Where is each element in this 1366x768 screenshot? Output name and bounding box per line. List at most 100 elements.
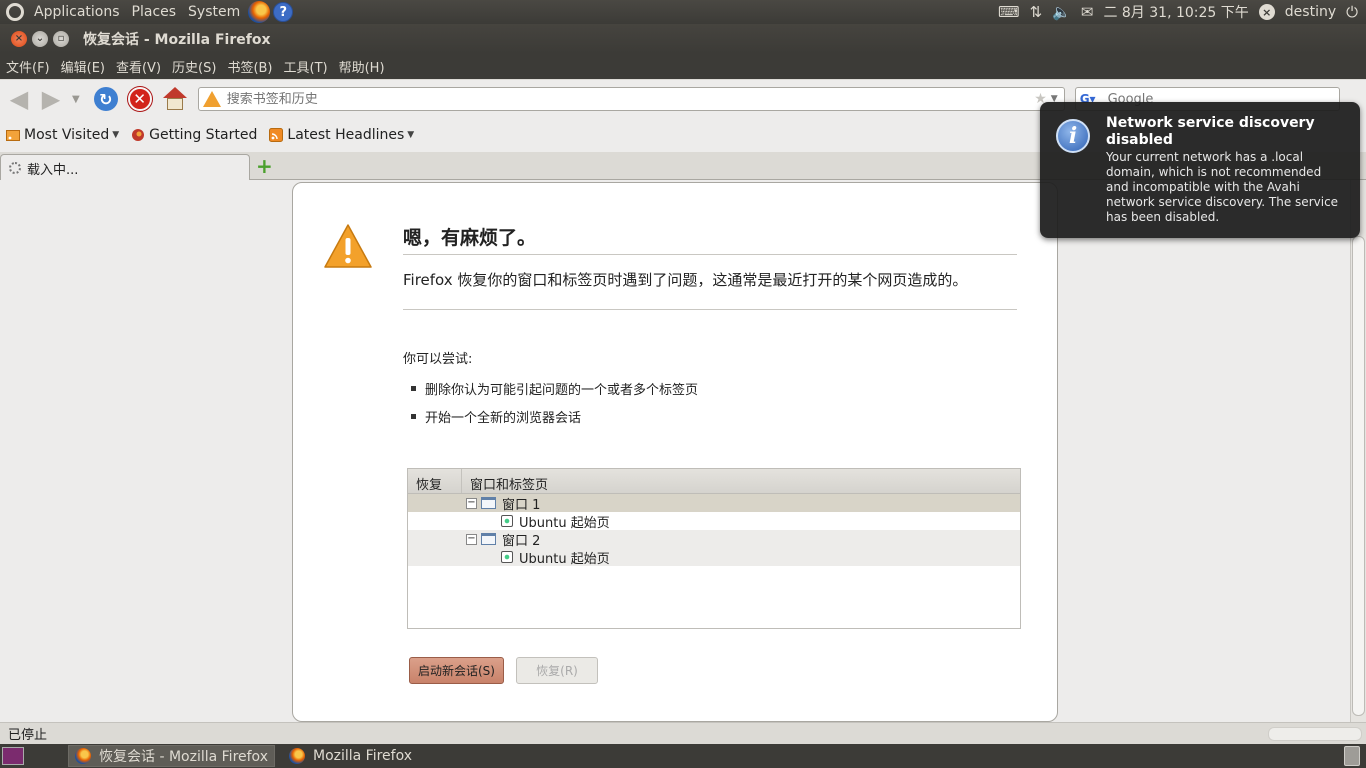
menu-applications[interactable]: Applications (28, 4, 126, 20)
volume-icon[interactable]: 🔈 (1052, 3, 1071, 21)
minimize-window-button[interactable]: ⌄ (32, 30, 48, 47)
chevron-down-icon: ▼ (407, 130, 415, 140)
power-icon[interactable]: ⏻ (1346, 3, 1358, 21)
content-area: 嗯，有麻烦了。 Firefox 恢复你的窗口和标签页时遇到了问题，这通常是最近打… (0, 180, 1350, 722)
notification-title: Network service discovery disabled (1106, 115, 1315, 148)
close-window-button[interactable]: × (11, 30, 27, 47)
firefox-bookmark-icon (132, 129, 145, 141)
session-restore-page: 嗯，有麻烦了。 Firefox 恢复你的窗口和标签页时遇到了问题，这通常是最近打… (292, 182, 1058, 722)
info-icon: i (1056, 119, 1090, 153)
firefox-icon (75, 748, 91, 764)
firefox-icon (288, 748, 305, 764)
collapse-toggle[interactable]: − (466, 497, 477, 509)
suggestion-list: 删除你认为可能引起问题的一个或者多个标签页 开始一个全新的浏览器会话 (411, 379, 698, 435)
back-icon[interactable]: ◀ (6, 86, 32, 112)
rss-folder-icon (6, 130, 20, 141)
bookmark-label: Latest Headlines (287, 127, 405, 143)
tab-loading[interactable]: 载入中... (0, 154, 250, 181)
menu-file[interactable]: 文件(F) (0, 57, 55, 76)
bookmark-label: Most Visited (24, 127, 110, 143)
tree-header: 恢复 窗口和标签页 (408, 469, 1020, 494)
task-label: Mozilla Firefox (312, 748, 413, 764)
window-title: 恢复会话 - Mozilla Firefox (83, 31, 271, 48)
bookmark-getting-started[interactable]: Getting Started (131, 127, 257, 143)
menubar: 文件(F) 编辑(E) 查看(V) 历史(S) 书签(B) 工具(T) 帮助(H… (0, 53, 1366, 79)
task-label: 恢复会话 - Mozilla Firefox (99, 749, 268, 765)
notification-bubble: i Network service discovery disabled You… (1040, 102, 1360, 238)
menu-tools[interactable]: 工具(T) (278, 57, 333, 76)
maximize-window-button[interactable]: ▫ (53, 30, 69, 47)
restore-tree[interactable]: 恢复 窗口和标签页 − 窗口 1 Ubuntu 起始页 − 窗口 2 Ubunt… (407, 468, 1021, 629)
stop-icon[interactable]: ✕ (127, 87, 152, 111)
column-header-restore[interactable]: 恢复 (408, 469, 462, 493)
chevron-down-icon: ▼ (112, 130, 120, 140)
status-text: 已停止 (8, 728, 48, 743)
forward-icon[interactable]: ▶ (38, 86, 64, 112)
user-status-icon[interactable]: × (1258, 4, 1275, 20)
table-row[interactable]: − 窗口 1 (408, 494, 1020, 513)
new-session-button[interactable]: 启动新会话(S) (409, 657, 504, 684)
system-tray: ⌨ ⇅ 🔈 ✉ 二 8月 31, 10:25 下午 × destiny ⏻ (998, 0, 1366, 24)
page-title: 嗯，有麻烦了。 (403, 223, 1017, 255)
row-label: 窗口 2 (502, 533, 541, 549)
menu-history[interactable]: 历史(S) (166, 57, 221, 76)
bookmark-label: Getting Started (149, 127, 258, 143)
table-row[interactable]: Ubuntu 起始页 (408, 512, 1020, 531)
bookmark-latest-headlines[interactable]: Latest Headlines ▼ (269, 127, 414, 143)
bookmark-most-visited[interactable]: Most Visited ▼ (6, 127, 119, 143)
window-titlebar[interactable]: × ⌄ ▫ 恢复会话 - Mozilla Firefox (0, 24, 1366, 53)
notification-body: Your current network has a .local domain… (1106, 150, 1339, 224)
row-label: 窗口 1 (502, 497, 541, 513)
menu-places[interactable]: Places (126, 4, 183, 20)
user-name[interactable]: destiny (1285, 4, 1336, 20)
list-item: 删除你认为可能引起问题的一个或者多个标签页 (411, 379, 698, 398)
row-label: Ubuntu 起始页 (519, 515, 610, 531)
list-item: 开始一个全新的浏览器会话 (411, 407, 698, 426)
clock[interactable]: 二 8月 31, 10:25 下午 (1103, 2, 1248, 22)
top-panel: Applications Places System ? ⌨ ⇅ 🔈 ✉ 二 8… (0, 0, 1366, 24)
mail-icon[interactable]: ✉ (1081, 3, 1094, 21)
network-icon[interactable]: ⇅ (1030, 3, 1043, 21)
scrollbar-thumb[interactable] (1352, 236, 1365, 716)
page-icon (501, 515, 513, 527)
resize-grip[interactable] (1268, 727, 1362, 741)
suggestion-text: 开始一个全新的浏览器会话 (425, 411, 582, 426)
firefox-launcher-icon[interactable] (248, 1, 271, 23)
help-launcher-icon[interactable]: ? (273, 2, 294, 22)
tab-label: 载入中... (27, 162, 79, 178)
restore-button[interactable]: 恢复(R) (516, 657, 598, 684)
show-desktop-button[interactable] (2, 747, 24, 765)
page-icon (501, 551, 513, 563)
warning-icon (324, 224, 372, 268)
collapse-toggle[interactable]: − (466, 533, 477, 545)
reload-icon[interactable]: ↻ (93, 87, 118, 111)
new-tab-icon[interactable]: + (256, 156, 273, 176)
menu-edit[interactable]: 编辑(E) (55, 57, 110, 76)
row-label: Ubuntu 起始页 (519, 551, 610, 567)
loading-spinner-icon (9, 162, 21, 174)
menu-bookmarks[interactable]: 书签(B) (221, 57, 277, 76)
keyboard-icon[interactable]: ⌨ (998, 3, 1020, 21)
trash-icon[interactable] (1344, 746, 1360, 766)
vertical-scrollbar[interactable] (1350, 180, 1366, 722)
rss-icon (269, 128, 284, 142)
table-row[interactable]: − 窗口 2 (408, 530, 1020, 549)
window-icon (481, 533, 496, 545)
menu-system[interactable]: System (182, 4, 246, 20)
menu-help[interactable]: 帮助(H) (333, 57, 390, 76)
menu-view[interactable]: 查看(V) (110, 57, 166, 76)
ubuntu-logo-icon[interactable] (6, 3, 24, 21)
home-icon[interactable] (162, 87, 188, 111)
site-warning-icon[interactable] (202, 91, 221, 107)
taskbar-item-firefox[interactable]: Mozilla Firefox (283, 745, 418, 767)
suggestion-text: 删除你认为可能引起问题的一个或者多个标签页 (425, 383, 699, 398)
table-row[interactable]: Ubuntu 起始页 (408, 548, 1020, 567)
history-dropdown-icon[interactable]: ▼ (72, 94, 80, 105)
window-icon (481, 497, 496, 509)
url-input[interactable] (226, 91, 1035, 107)
taskbar-item-session-restore[interactable]: 恢复会话 - Mozilla Firefox (68, 745, 275, 767)
url-bar[interactable]: ★ ▼ (197, 87, 1065, 111)
column-header-windows[interactable]: 窗口和标签页 (462, 469, 1020, 493)
error-description: Firefox 恢复你的窗口和标签页时遇到了问题，这通常是最近打开的某个网页造成… (403, 269, 1017, 310)
bottom-panel: 恢复会话 - Mozilla Firefox Mozilla Firefox (0, 744, 1366, 768)
